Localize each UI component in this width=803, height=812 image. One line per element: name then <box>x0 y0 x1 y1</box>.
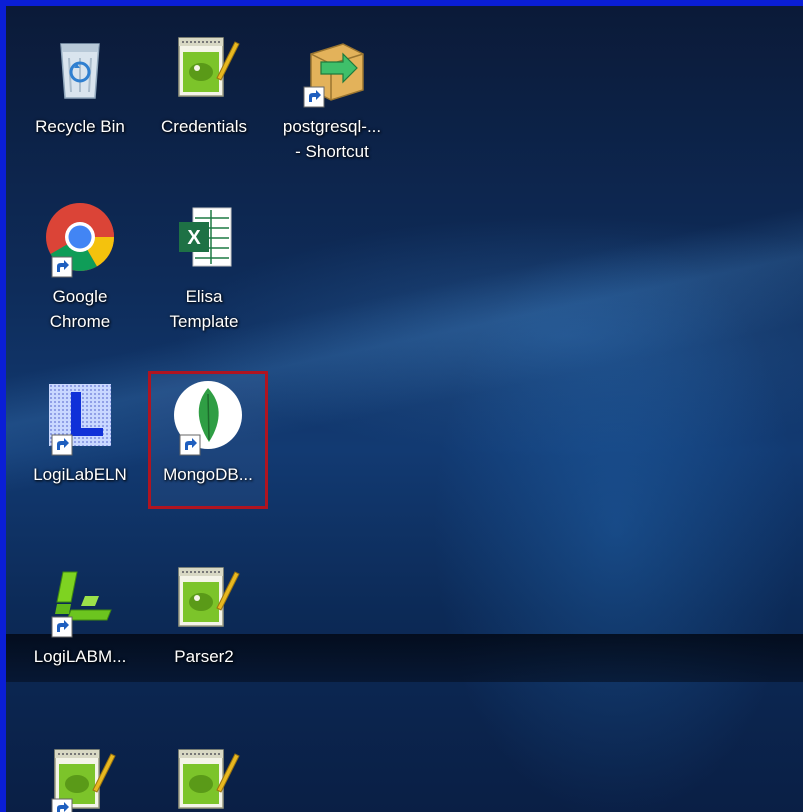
chrome-icon <box>41 198 119 278</box>
svg-text:X: X <box>187 227 201 249</box>
parser2-label: Parser2 <box>174 647 234 666</box>
shortcut-arrow-icon <box>51 434 73 456</box>
shortcut-arrow-icon <box>303 86 325 108</box>
mongodb-label: MongoDB... <box>163 465 253 484</box>
credentials-label: Credentials <box>161 117 247 136</box>
elisa-template-label-line2: Template <box>169 312 239 331</box>
logilabeln-label: LogiLabELN <box>33 465 127 484</box>
desktop-icon-elisa-template[interactable]: X Elisa Template <box>142 198 266 334</box>
shortcut-arrow-icon <box>51 616 73 638</box>
desktop-icon-recycle-bin[interactable]: Recycle Bin <box>18 28 142 139</box>
logilab-m-icon <box>41 558 119 638</box>
shortcut-arrow-icon <box>51 256 73 278</box>
desktop-background: Recycle Bin Credentials postgresql-... -… <box>0 0 803 812</box>
postgresql-label-line2: - Shortcut <box>295 142 369 161</box>
notepad-plus-file-icon <box>165 740 243 812</box>
notepad-plus-file-icon <box>41 740 119 812</box>
google-chrome-label: Google <box>52 287 108 306</box>
postgresql-label: postgresql-... <box>282 117 382 136</box>
notepad-plus-file-icon <box>165 28 243 106</box>
desktop-icon-notepad-file-b[interactable] <box>142 740 266 812</box>
shortcut-arrow-icon <box>179 434 201 456</box>
logilabm-label: LogiLABM... <box>33 647 127 666</box>
shortcut-arrow-icon <box>51 798 73 812</box>
logilab-eln-icon <box>41 376 119 456</box>
google-chrome-label-line2: Chrome <box>49 312 111 331</box>
desktop-icon-logilabm[interactable]: LogiLABM... <box>18 558 142 669</box>
desktop-icon-mongodb[interactable]: MongoDB... <box>146 376 270 487</box>
desktop-icon-notepad-file-a[interactable] <box>18 740 142 812</box>
desktop-icon-postgresql-shortcut[interactable]: postgresql-... - Shortcut <box>270 28 394 164</box>
notepad-plus-file-icon <box>165 558 243 636</box>
elisa-template-label: Elisa <box>185 287 223 306</box>
recycle-bin-label: Recycle Bin <box>35 117 125 136</box>
mongodb-compass-icon <box>169 376 247 456</box>
desktop-icon-google-chrome[interactable]: Google Chrome <box>18 198 142 334</box>
excel-file-icon: X <box>165 198 243 276</box>
desktop-icon-credentials[interactable]: Credentials <box>142 28 266 139</box>
desktop-icon-logilabeln[interactable]: LogiLabELN <box>18 376 142 487</box>
desktop-icon-parser2[interactable]: Parser2 <box>142 558 266 669</box>
recycle-bin-icon <box>41 28 119 106</box>
installer-package-icon <box>293 28 371 108</box>
